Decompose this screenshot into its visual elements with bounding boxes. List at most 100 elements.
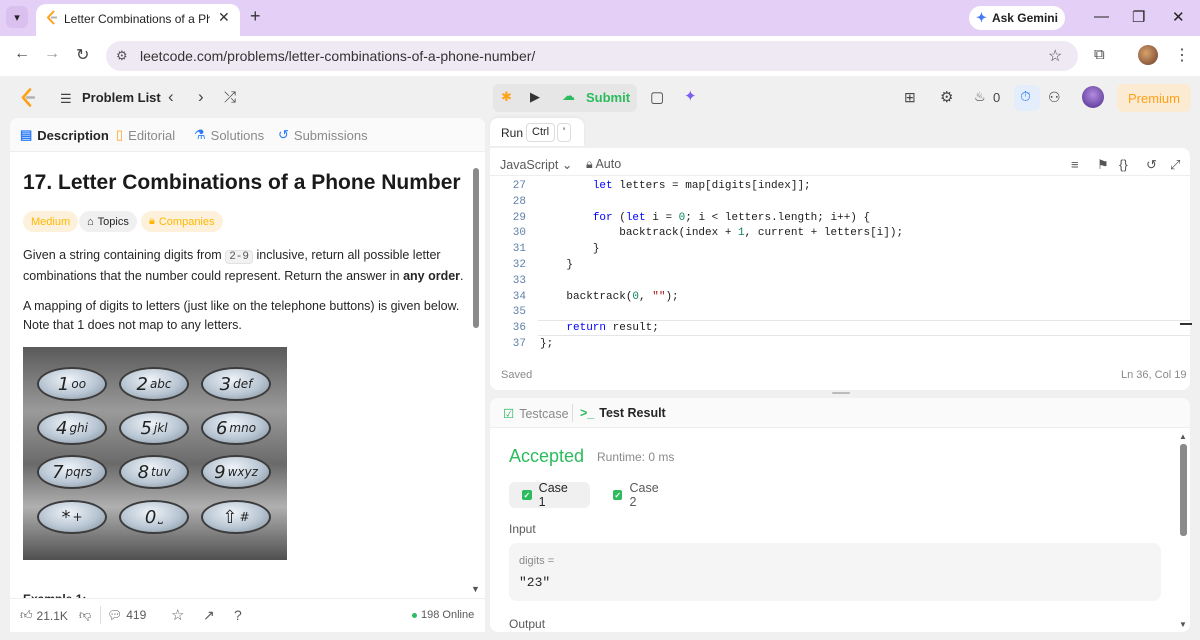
- reload-icon[interactable]: ↻: [76, 45, 89, 65]
- streak-count: 0: [993, 90, 1001, 105]
- thumbs-up-icon: 👍︎: [20, 608, 33, 622]
- code-line[interactable]: backtrack(0, "");: [540, 291, 678, 303]
- comments-button[interactable]: 💬︎ 419: [107, 608, 146, 622]
- tab-solutions-label: Solutions: [210, 127, 265, 143]
- keypad-key-2: 2 abc: [119, 367, 189, 401]
- prev-problem-chevron-icon[interactable]: ‹: [168, 87, 174, 107]
- keypad-letters: #: [239, 510, 250, 524]
- statement-emphasis: any order: [403, 269, 461, 283]
- leetcode-logo-icon[interactable]: [20, 88, 36, 107]
- tab-description[interactable]: ▤ Description: [20, 127, 109, 143]
- keypad-key-3: 3 def: [201, 367, 271, 401]
- result-scrollbar[interactable]: [1180, 444, 1187, 536]
- line-number: 33: [512, 274, 526, 287]
- format-lines-icon[interactable]: ≡: [1071, 157, 1079, 172]
- share-icon[interactable]: ↗: [203, 607, 215, 624]
- keypad-digit: 7: [52, 461, 64, 483]
- result-status: Accepted: [509, 446, 585, 466]
- premium-button[interactable]: Premium: [1117, 84, 1191, 112]
- tab-close-icon[interactable]: ✕: [218, 9, 230, 26]
- tab-test-result[interactable]: >_ Test Result: [580, 406, 666, 420]
- run-play-icon[interactable]: ▶: [530, 89, 540, 105]
- close-window-icon[interactable]: ✕: [1172, 8, 1185, 26]
- tab-testcase[interactable]: ☑ Testcase: [503, 406, 569, 422]
- random-shuffle-icon[interactable]: ⤮: [224, 89, 236, 106]
- cursor-position: Ln 36, Col 19: [1121, 369, 1187, 381]
- keypad-key-4: 4 ghi: [37, 411, 107, 445]
- leetcode-favicon-icon: [46, 10, 57, 25]
- add-collaborator-icon[interactable]: ⚇: [1048, 89, 1061, 106]
- input-box: [509, 543, 1161, 601]
- code-line[interactable]: for (let i = 0; i < letters.length; i++)…: [540, 212, 870, 224]
- keypad-digit: 0: [144, 506, 157, 528]
- topics-chip[interactable]: ⌂ Topics: [79, 211, 137, 232]
- editorial-book-icon: ▯: [116, 127, 124, 142]
- code-line[interactable]: }: [540, 243, 600, 255]
- restore-icon[interactable]: ❐: [1132, 8, 1145, 26]
- code-line[interactable]: };: [540, 338, 553, 350]
- dislike-thumbs-down-icon[interactable]: 👎︎: [79, 608, 91, 623]
- comment-bubble-icon: 💬︎: [107, 608, 123, 622]
- language-selector[interactable]: JavaScript ⌄: [500, 157, 572, 172]
- settings-gear-icon[interactable]: ⚙: [940, 88, 953, 106]
- minimize-icon[interactable]: —: [1094, 8, 1109, 25]
- auto-mode-toggle[interactable]: 🔒︎ Auto: [586, 157, 621, 172]
- notes-icon[interactable]: ▢: [650, 88, 664, 106]
- editor-divider: [490, 175, 1190, 176]
- companies-chip[interactable]: 🔒︎ Companies: [141, 211, 223, 232]
- case-1-tab[interactable]: ✓ Case 1: [509, 481, 590, 509]
- favorite-star-icon[interactable]: ☆: [171, 606, 184, 624]
- forward-arrow-icon[interactable]: →: [44, 45, 60, 63]
- tab-solutions[interactable]: ⚗ Solutions: [194, 127, 264, 143]
- keypad-digit: 5: [140, 417, 152, 439]
- code-line[interactable]: return result;: [540, 322, 658, 334]
- tab-submissions[interactable]: ↺ Submissions: [278, 127, 368, 143]
- code-line[interactable]: let letters = map[digits[index]];: [540, 180, 811, 192]
- keypad-digit: 4: [55, 417, 68, 439]
- next-problem-chevron-icon[interactable]: ›: [198, 87, 204, 107]
- site-info-icon[interactable]: ⚙: [116, 48, 128, 64]
- input-label: Input: [509, 522, 536, 536]
- tab-search-chevron-icon[interactable]: ▾: [6, 6, 28, 28]
- case-2-tab[interactable]: ✓ Case 2: [600, 481, 680, 509]
- braces-icon[interactable]: {}: [1119, 157, 1128, 172]
- tab-test-result-label: Test Result: [599, 406, 666, 420]
- problem-title[interactable]: 17. Letter Combinations of a Phone Numbe…: [23, 171, 461, 195]
- debug-bug-icon[interactable]: ✱: [501, 89, 512, 105]
- ai-sparkle-icon[interactable]: ✦: [684, 87, 697, 105]
- code-line[interactable]: backtrack(index + 1, current + letters[i…: [540, 227, 903, 239]
- url-text[interactable]: leetcode.com/problems/letter-combination…: [140, 48, 535, 64]
- layout-grid-icon[interactable]: ⊞: [904, 89, 916, 106]
- scroll-down-arrow-icon[interactable]: ▼: [471, 584, 480, 594]
- scroll-down-arrow-icon[interactable]: ▼: [1179, 620, 1187, 629]
- browser-menu-icon[interactable]: ⋮: [1174, 45, 1190, 65]
- problem-list-link[interactable]: Problem List: [82, 90, 161, 105]
- tab-editorial[interactable]: ▯ Editorial: [116, 127, 175, 143]
- keypad-letters: +: [72, 510, 83, 524]
- streak-flame-icon[interactable]: ♨: [974, 89, 986, 105]
- problem-list-icon[interactable]: ☰: [60, 91, 72, 107]
- code-line[interactable]: }: [540, 259, 573, 271]
- bookmark-icon[interactable]: ⚑: [1097, 157, 1109, 173]
- bookmark-star-icon[interactable]: ☆: [1048, 46, 1062, 66]
- description-scrollbar[interactable]: [473, 168, 479, 328]
- checkbox-icon: ☑: [503, 407, 515, 421]
- keypad-letters: abc: [149, 377, 172, 391]
- new-tab-button[interactable]: +: [250, 6, 261, 27]
- check-icon: ✓: [613, 490, 623, 500]
- scroll-up-arrow-icon[interactable]: ▲: [1179, 432, 1187, 441]
- submit-button[interactable]: Submit: [586, 90, 630, 105]
- back-arrow-icon[interactable]: ←: [14, 45, 30, 63]
- profile-avatar[interactable]: [1138, 45, 1158, 65]
- ask-gemini-button[interactable]: ✦ Ask Gemini: [969, 6, 1065, 30]
- keypad-key-6: 6 mno: [201, 411, 271, 445]
- help-question-icon[interactable]: ?: [234, 607, 242, 623]
- fullscreen-expand-icon[interactable]: ⤢: [1170, 157, 1180, 173]
- submit-cloud-icon: ☁: [562, 88, 575, 103]
- line-number: 29: [512, 211, 526, 224]
- panel-resize-handle[interactable]: [832, 392, 850, 394]
- reset-code-icon[interactable]: ↺: [1146, 157, 1157, 173]
- user-avatar[interactable]: [1082, 86, 1104, 108]
- like-button[interactable]: 👍︎ 21.1K: [20, 608, 68, 623]
- extensions-puzzle-icon[interactable]: ⧉: [1094, 46, 1105, 63]
